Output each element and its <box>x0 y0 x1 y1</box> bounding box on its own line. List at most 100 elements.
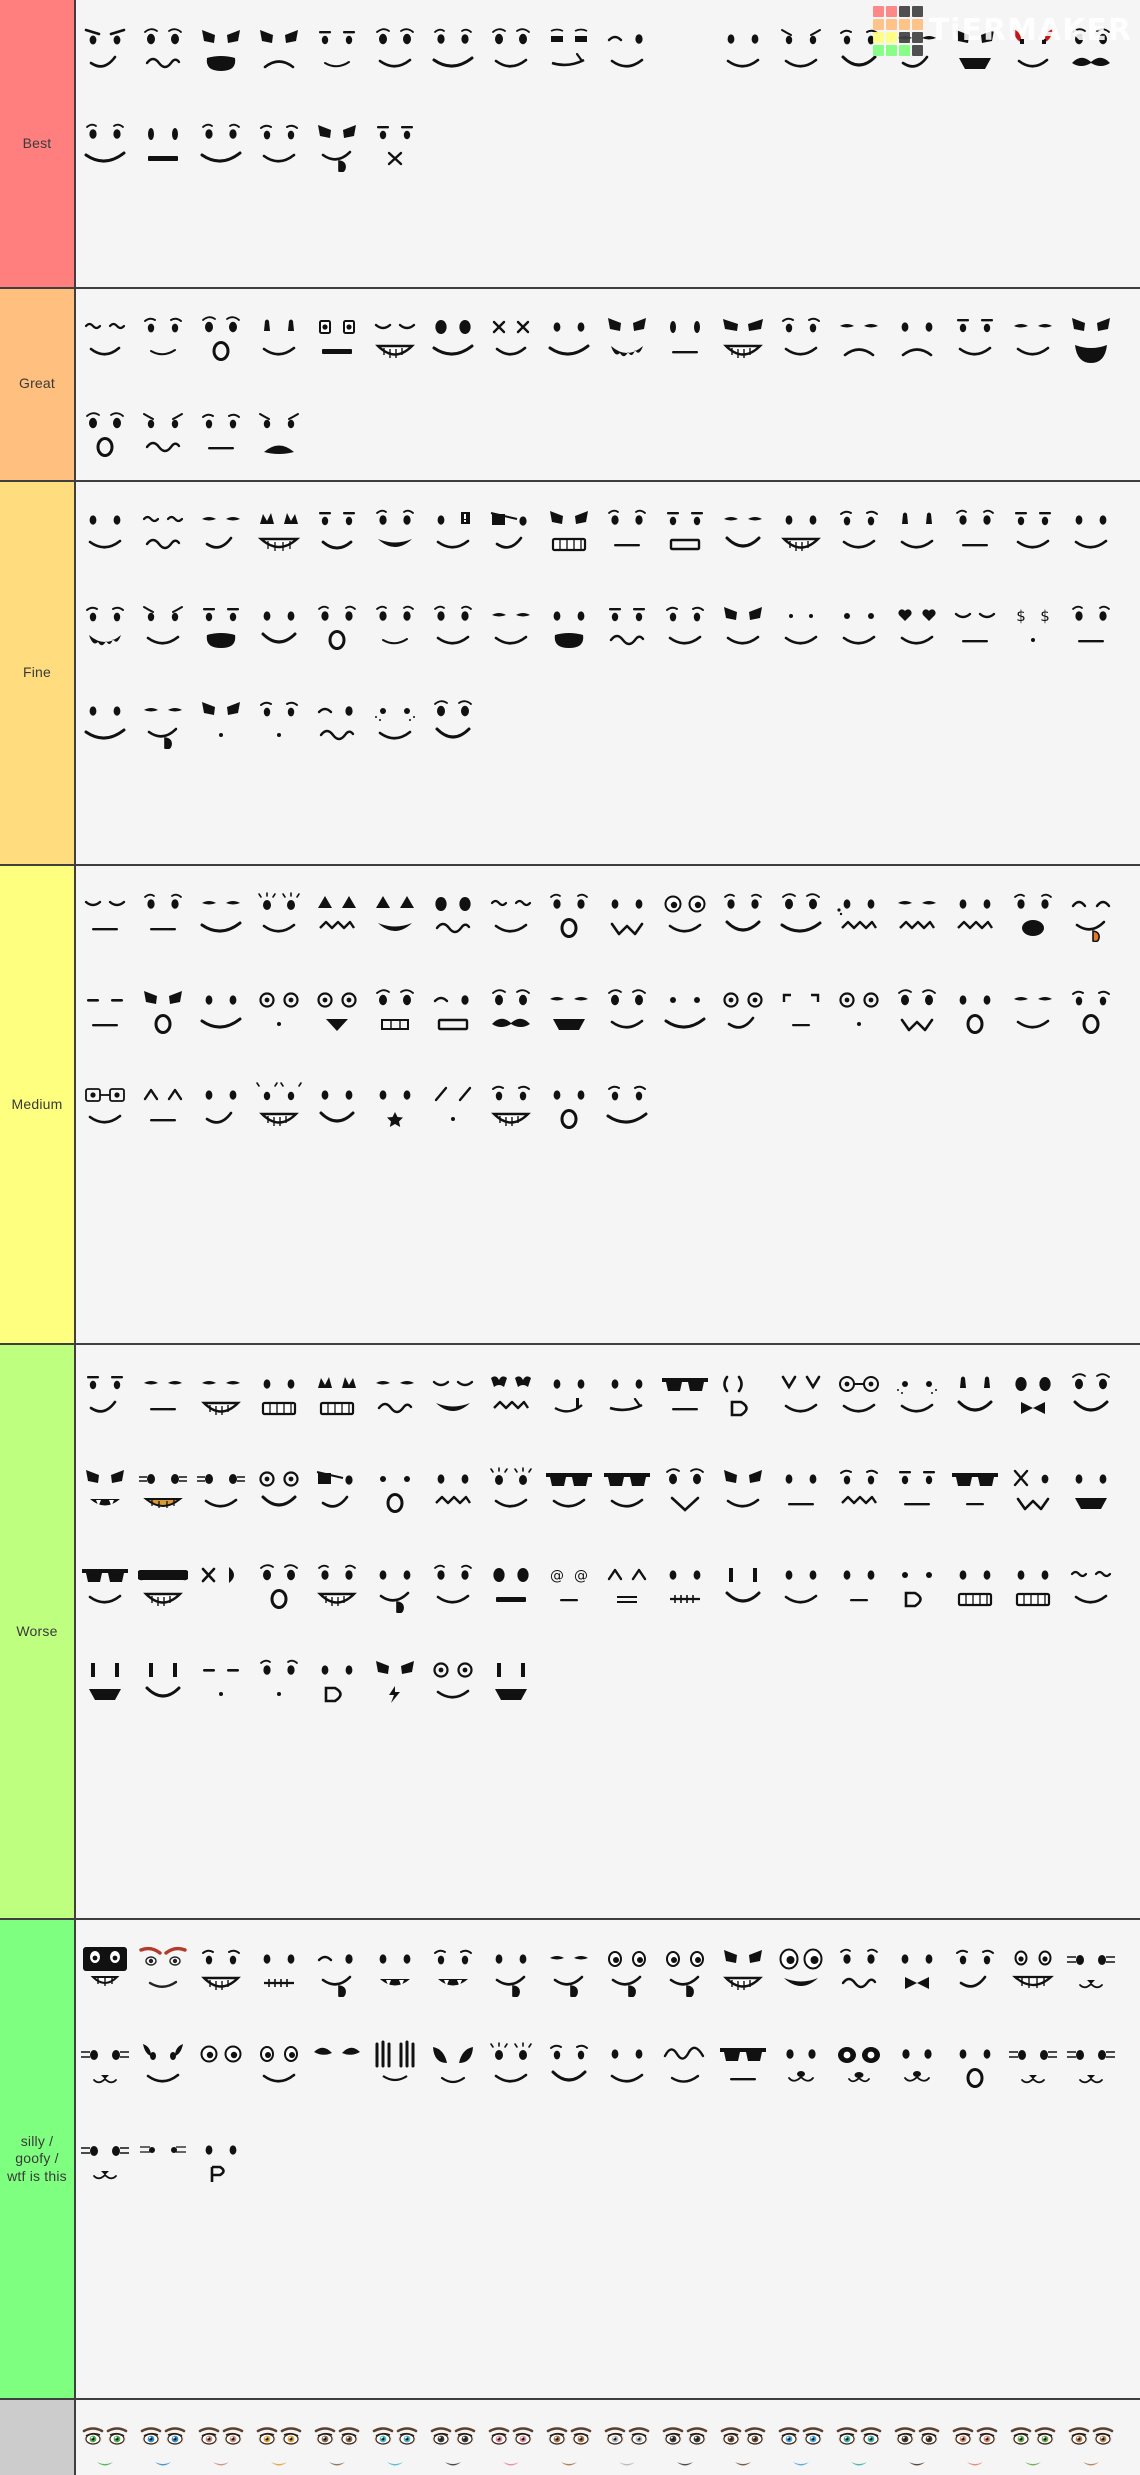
nerd-glasses-smile-face[interactable] <box>830 1345 888 1441</box>
round-eyes-small-smile-face[interactable] <box>598 961 656 1057</box>
sly-eyes-wavy-tongue-face[interactable] <box>540 1920 598 2016</box>
arched-brow-arc-mouth-face[interactable] <box>830 482 888 578</box>
droopy-eyes-curve-face[interactable] <box>772 0 830 96</box>
scribble-eyes-face[interactable] <box>656 2016 714 2112</box>
plain-eyes-u-smile-face[interactable] <box>714 866 772 962</box>
dot-eyes-grill-mouth-face[interactable] <box>1004 1536 1062 1632</box>
closed-eyes-toothy-grin-face[interactable] <box>366 289 424 385</box>
chunky-brow-wide-smile-face[interactable] <box>424 0 482 96</box>
angry-eyes-arc-mouth-face[interactable] <box>714 1441 772 1537</box>
blue-eyes-lashes-face[interactable] <box>134 2400 192 2475</box>
dot-eyes-scribble-mouth-face[interactable] <box>424 1441 482 1537</box>
big-cartoon-eyes-tongue-face[interactable] <box>656 1920 714 2016</box>
dark-sunglasses-smile-face[interactable] <box>76 1536 134 1632</box>
dot-dash-eyes-flat-mouth-face[interactable] <box>1062 577 1120 673</box>
angry-eyes-zero-mouth-face[interactable] <box>134 961 192 1057</box>
happy-eyes-big-smile-face[interactable] <box>366 482 424 578</box>
x-brow-crescent-smile-face[interactable] <box>482 289 540 385</box>
angry-brow-full-teeth-face[interactable] <box>714 1920 772 2016</box>
mustache-eyes-face[interactable] <box>482 961 540 1057</box>
angled-brow-thin-line-face[interactable] <box>366 577 424 673</box>
round-eyes-v-mouth-face[interactable] <box>656 1441 714 1537</box>
plain-eyes-thin-line-face[interactable] <box>598 482 656 578</box>
sly-eyes-full-teeth-grin-face[interactable] <box>192 1345 250 1441</box>
exclamation-eyes-smile-face[interactable] <box>424 482 482 578</box>
flat-brow-wavy-mouth-face[interactable] <box>598 577 656 673</box>
soft-eyes-curve-mouth-face[interactable] <box>424 1536 482 1632</box>
cat-ears-whisker-face[interactable] <box>76 2111 134 2207</box>
angry-eyes-tongue-out-face[interactable] <box>308 96 366 192</box>
double-bar-eyes-trapezoid-face[interactable] <box>76 1632 134 1728</box>
flat-eyes-subtle-curve-face[interactable] <box>1004 482 1062 578</box>
winking-eye-happy-smile-face[interactable] <box>598 0 656 96</box>
at-sign-eyes-dash-mouth-face[interactable]: @ @ <box>540 1536 598 1632</box>
calm-eyes-curve-smile-face[interactable] <box>366 0 424 96</box>
bold-brow-dark-eyes-face[interactable] <box>424 2400 482 2475</box>
flat-eyes-slight-curve-face[interactable] <box>946 289 1004 385</box>
tier-label-best[interactable]: Best <box>0 0 76 287</box>
closed-brow-flat-line-face[interactable] <box>76 866 134 962</box>
x-d-eyes-face[interactable] <box>192 1536 250 1632</box>
round-eyes-wide-smile-face[interactable] <box>772 866 830 962</box>
triangle-eyes-grin-face[interactable] <box>366 866 424 962</box>
dot-eyes-small-curve-face[interactable] <box>1062 482 1120 578</box>
dot-eyes-cigarette-mouth-face[interactable] <box>540 1345 598 1441</box>
closed-eyes-straight-mouth-face[interactable] <box>946 577 1004 673</box>
big-eyes-wavy-mouth-face[interactable] <box>424 866 482 962</box>
peach-lips-brown-eyes-face[interactable] <box>946 2400 1004 2475</box>
orange-tongue-laughing-face[interactable] <box>1062 866 1120 962</box>
arched-brow-u-smile-face[interactable] <box>830 0 888 96</box>
tier-items-best[interactable] <box>76 0 1140 287</box>
dot-eyes-slash-mouth-face[interactable] <box>598 1345 656 1441</box>
round-eyes-deep-u-smile-face[interactable] <box>424 673 482 769</box>
raised-brow-drip-mouth-face[interactable] <box>76 577 134 673</box>
tier-items-worse[interactable]: @ @ <box>76 1345 1140 1918</box>
sly-eyes-slanted-smile-face[interactable] <box>1004 289 1062 385</box>
asymmetric-brow-swoop-smile-face[interactable] <box>192 96 250 192</box>
cute-brow-gentle-curve-face[interactable] <box>772 289 830 385</box>
round-eyes-open-smile-face[interactable] <box>192 289 250 385</box>
stitched-eyes-thorn-mouth-face[interactable] <box>540 0 598 96</box>
lash-eyes-curve-smile-face[interactable] <box>482 2016 540 2112</box>
angry-eyes-big-mouth-face[interactable] <box>192 0 250 96</box>
tier-label-worse[interactable]: Worse <box>0 1345 76 1918</box>
dot-eyes-straight-line-face[interactable] <box>772 1441 830 1537</box>
sly-eyes-hook-smile-face[interactable] <box>192 482 250 578</box>
raised-brow-wavy-smile-face[interactable] <box>134 0 192 96</box>
dot-eyes-trapezoid-mouth-face[interactable] <box>1062 1441 1120 1537</box>
dot-eyes-thin-frown-face[interactable] <box>888 289 946 385</box>
plain-eyes-wide-open-smile-face[interactable] <box>1004 866 1062 962</box>
big-oval-eyes-broad-smile-face[interactable] <box>424 289 482 385</box>
cat-whiskers-grin-face[interactable] <box>134 1441 192 1537</box>
dot-eyes-zero-mouth-face[interactable] <box>540 1057 598 1153</box>
dot-eyes-d-mouth-face[interactable] <box>308 1632 366 1728</box>
stitched-mouth-dot-eyes-face[interactable] <box>250 1920 308 2016</box>
big-eyes-wide-bar-mouth-face[interactable] <box>482 1536 540 1632</box>
sly-eyes-sideways-smirk-face[interactable] <box>888 0 946 96</box>
two-dots-d-mouth-face[interactable] <box>888 1536 946 1632</box>
double-bar-eyes-u-mouth-face[interactable] <box>714 1536 772 1632</box>
sly-eyes-wavy-smile-face[interactable] <box>366 1345 424 1441</box>
corner-brow-dash-mouth-face[interactable] <box>772 961 830 1057</box>
squint-eyes-flat-mouth-face[interactable] <box>540 961 598 1057</box>
mustache-smile-face[interactable] <box>1062 0 1120 96</box>
wink-eyes-squiggle-mouth-face[interactable] <box>308 673 366 769</box>
dot-eyes-tongue-fang-face[interactable] <box>482 1920 540 2016</box>
curved-brow-dot-mouth-face[interactable] <box>250 1632 308 1728</box>
zigzag-mouth-face[interactable] <box>656 2400 714 2475</box>
two-dot-eyes-o-mouth-face[interactable] <box>366 1441 424 1537</box>
tall-eyes-soft-smile-face[interactable] <box>250 289 308 385</box>
wavy-eyes-curve-mouth-face[interactable] <box>1062 1536 1120 1632</box>
dot-eyes-star-mouth-face[interactable] <box>366 1057 424 1153</box>
angry-eyes-lightning-mouth-face[interactable] <box>366 1632 424 1728</box>
bat-brow-jagged-mouth-face[interactable] <box>482 1345 540 1441</box>
amber-eyes-open-smile-face[interactable] <box>250 2400 308 2475</box>
winking-eyes-rectangle-mouth-face[interactable] <box>424 961 482 1057</box>
evil-eyes-toothy-grin-face[interactable] <box>714 289 772 385</box>
tier-items-not-rated[interactable] <box>76 2399 1140 2475</box>
cyan-eyes-lashes-face[interactable] <box>366 2400 424 2475</box>
angry-brow-arc-mouth-face[interactable] <box>714 577 772 673</box>
dot-eyes-wide-smile-face[interactable] <box>76 673 134 769</box>
screaming-monster-face[interactable] <box>76 1920 134 2016</box>
sunglasses-dash-mouth-face[interactable] <box>946 1441 1004 1537</box>
